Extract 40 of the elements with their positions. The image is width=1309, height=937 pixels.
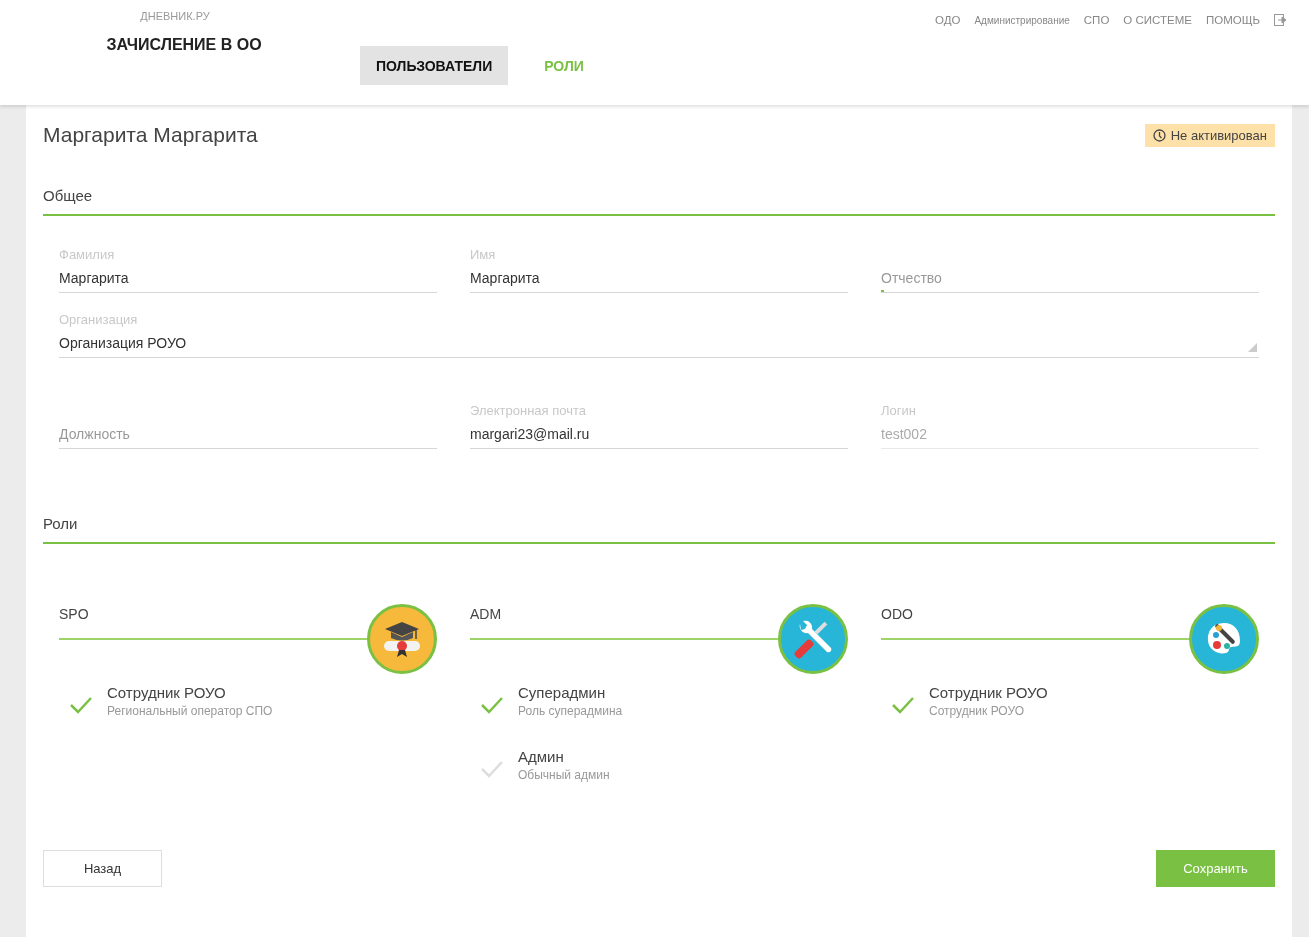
checkmark-icon[interactable]	[480, 760, 504, 778]
nav-link[interactable]: ПОМОЩЬ	[1205, 14, 1260, 26]
checkmark-icon[interactable]	[69, 696, 93, 714]
role-title: Сотрудник РОУО	[929, 684, 1048, 701]
input-field[interactable]: Маргарита	[470, 263, 848, 293]
tab[interactable]: ПОЛЬЗОВАТЕЛИ	[360, 46, 509, 85]
role-description: Региональный оператор СПО	[107, 704, 273, 718]
user-name: Маргарита Маргарита	[43, 123, 258, 147]
role-title: Сотрудник РОУО	[107, 684, 227, 701]
clock-icon	[1152, 128, 1166, 142]
role-title: Админ	[518, 748, 565, 765]
input-field[interactable]: margari23@mail.ru	[470, 419, 848, 449]
input-field[interactable]: Маргарита	[59, 263, 437, 293]
tab[interactable]: РОЛИ	[528, 46, 600, 85]
nav-link[interactable]: О СИСТЕМЕ	[1123, 14, 1192, 26]
role-title: Суперадмин	[518, 684, 607, 701]
role-group-name: ODO	[881, 606, 913, 622]
nav-link[interactable]: СПО	[1083, 14, 1110, 26]
status-text: Не активирован	[1170, 127, 1267, 143]
nav-link[interactable]: Администрирование	[974, 14, 1070, 26]
role-group-name: ADM	[470, 606, 502, 622]
section-heading: Общее	[43, 187, 1275, 216]
role-description: Роль суперадмина	[518, 704, 623, 718]
checkmark-icon[interactable]	[891, 696, 915, 714]
input-field[interactable]: Должность	[59, 419, 437, 449]
save-button[interactable]: Сохранить	[1156, 850, 1275, 887]
select-field[interactable]: Организация РОУО	[59, 328, 1259, 358]
resize-corner-icon	[1248, 343, 1257, 352]
wrench-screwdriver-icon	[792, 618, 834, 660]
back-button[interactable]: Назад	[43, 850, 162, 887]
role-group-name: SPO	[59, 606, 89, 622]
role-description: Обычный админ	[518, 768, 610, 782]
brand-name: ДНЕВНИК.РУ	[140, 10, 210, 22]
logout-icon[interactable]	[1274, 14, 1287, 26]
graduation-cap-diploma-icon	[381, 619, 423, 659]
section-title: ЗАЧИСЛЕНИЕ В ОО	[106, 36, 262, 54]
checkmark-icon[interactable]	[480, 696, 504, 714]
role-description: Сотрудник РОУО	[929, 704, 1025, 718]
nav-link[interactable]: ОДО	[935, 14, 961, 26]
section-heading: Роли	[43, 515, 1275, 544]
